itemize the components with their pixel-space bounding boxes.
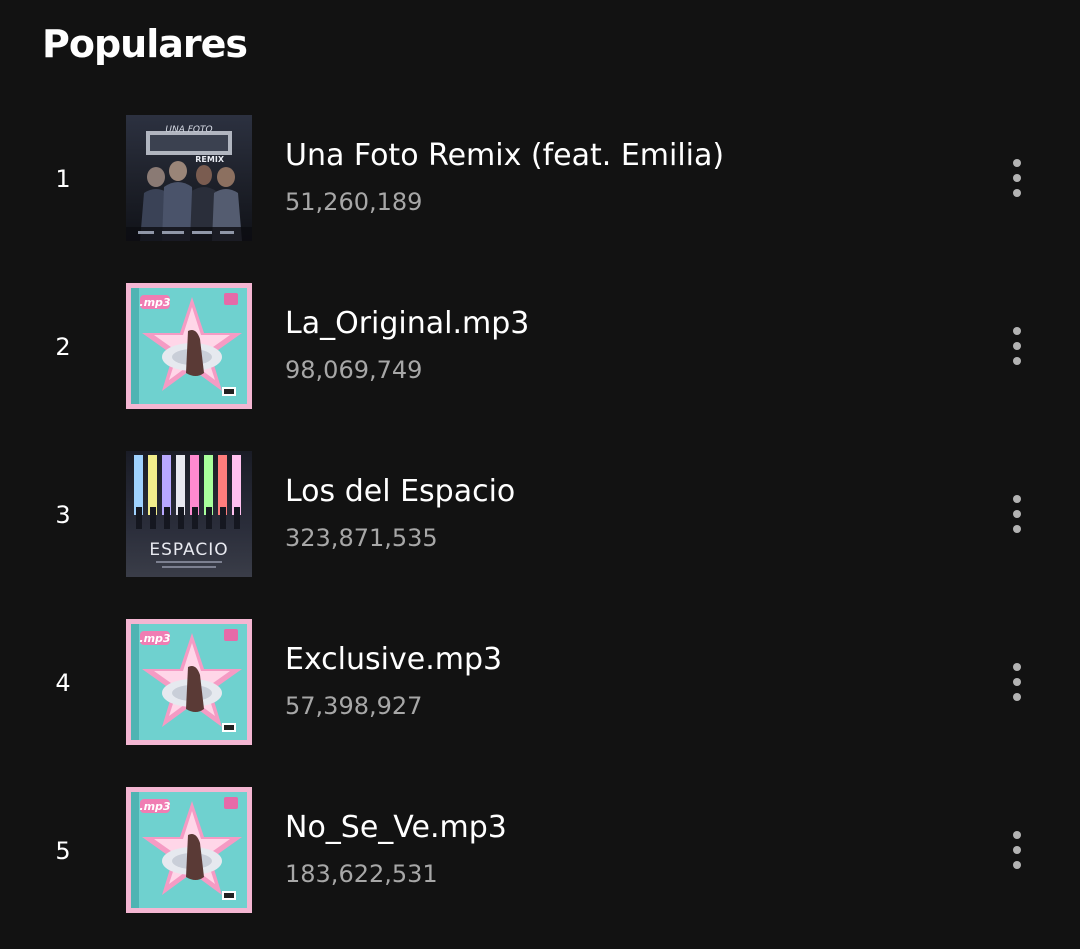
track-rank: 1 xyxy=(55,165,71,193)
more-options-button[interactable] xyxy=(1000,488,1034,540)
track-play-count: 323,871,535 xyxy=(285,524,438,552)
track-title[interactable]: Una Foto Remix (feat. Emilia) xyxy=(285,138,724,173)
track-row[interactable]: 2 .mp3 La_Original.mp3 98,069,749 xyxy=(0,263,1080,431)
more-options-icon xyxy=(1013,831,1021,839)
album-cover-mp3: .mp3 xyxy=(126,283,252,409)
more-options-button[interactable] xyxy=(1000,320,1034,372)
track-row[interactable]: 4 .mp3 Exclusive.mp3 57,398,927 xyxy=(0,599,1080,767)
track-play-count: 51,260,189 xyxy=(285,188,423,216)
more-options-icon xyxy=(1013,663,1021,671)
cover-title-text: ESPACIO xyxy=(149,540,228,560)
track-play-count: 98,069,749 xyxy=(285,356,423,384)
track-row[interactable]: 1 UNA FOTO REMIX Una Foto Remix (feat. E… xyxy=(0,95,1080,263)
cover-title-text: .mp3 xyxy=(139,800,171,813)
track-title[interactable]: No_Se_Ve.mp3 xyxy=(285,810,507,845)
track-play-count: 183,622,531 xyxy=(285,860,438,888)
more-options-icon xyxy=(1013,327,1021,335)
more-options-button[interactable] xyxy=(1000,152,1034,204)
track-rank: 2 xyxy=(55,333,71,361)
album-cover-mp3: .mp3 xyxy=(126,619,252,745)
album-cover-una-foto-remix: UNA FOTO REMIX xyxy=(126,115,252,241)
album-cover-mp3: .mp3 xyxy=(126,787,252,913)
more-options-icon xyxy=(1013,159,1021,167)
track-play-count: 57,398,927 xyxy=(285,692,423,720)
album-cover-los-del-espacio: ESPACIO xyxy=(126,451,252,577)
track-title[interactable]: Exclusive.mp3 xyxy=(285,642,502,677)
more-options-button[interactable] xyxy=(1000,824,1034,876)
cover-title-text: .mp3 xyxy=(139,296,171,309)
more-options-icon xyxy=(1013,495,1021,503)
popular-tracks-list: 1 UNA FOTO REMIX Una Foto Remix (feat. E… xyxy=(0,95,1080,935)
track-title[interactable]: La_Original.mp3 xyxy=(285,306,529,341)
track-title[interactable]: Los del Espacio xyxy=(285,474,515,509)
track-row[interactable]: 5 .mp3 No_Se_Ve.mp3 183,622,531 xyxy=(0,767,1080,935)
track-rank: 5 xyxy=(55,837,71,865)
track-rank: 3 xyxy=(55,501,71,529)
cover-title-text: .mp3 xyxy=(139,632,171,645)
track-rank: 4 xyxy=(55,669,71,697)
cover-subtitle: REMIX xyxy=(195,155,225,164)
more-options-button[interactable] xyxy=(1000,656,1034,708)
track-row[interactable]: 3 ESPACIO Los del Espacio 323,871,535 xyxy=(0,431,1080,599)
section-title: Populares xyxy=(42,22,248,66)
